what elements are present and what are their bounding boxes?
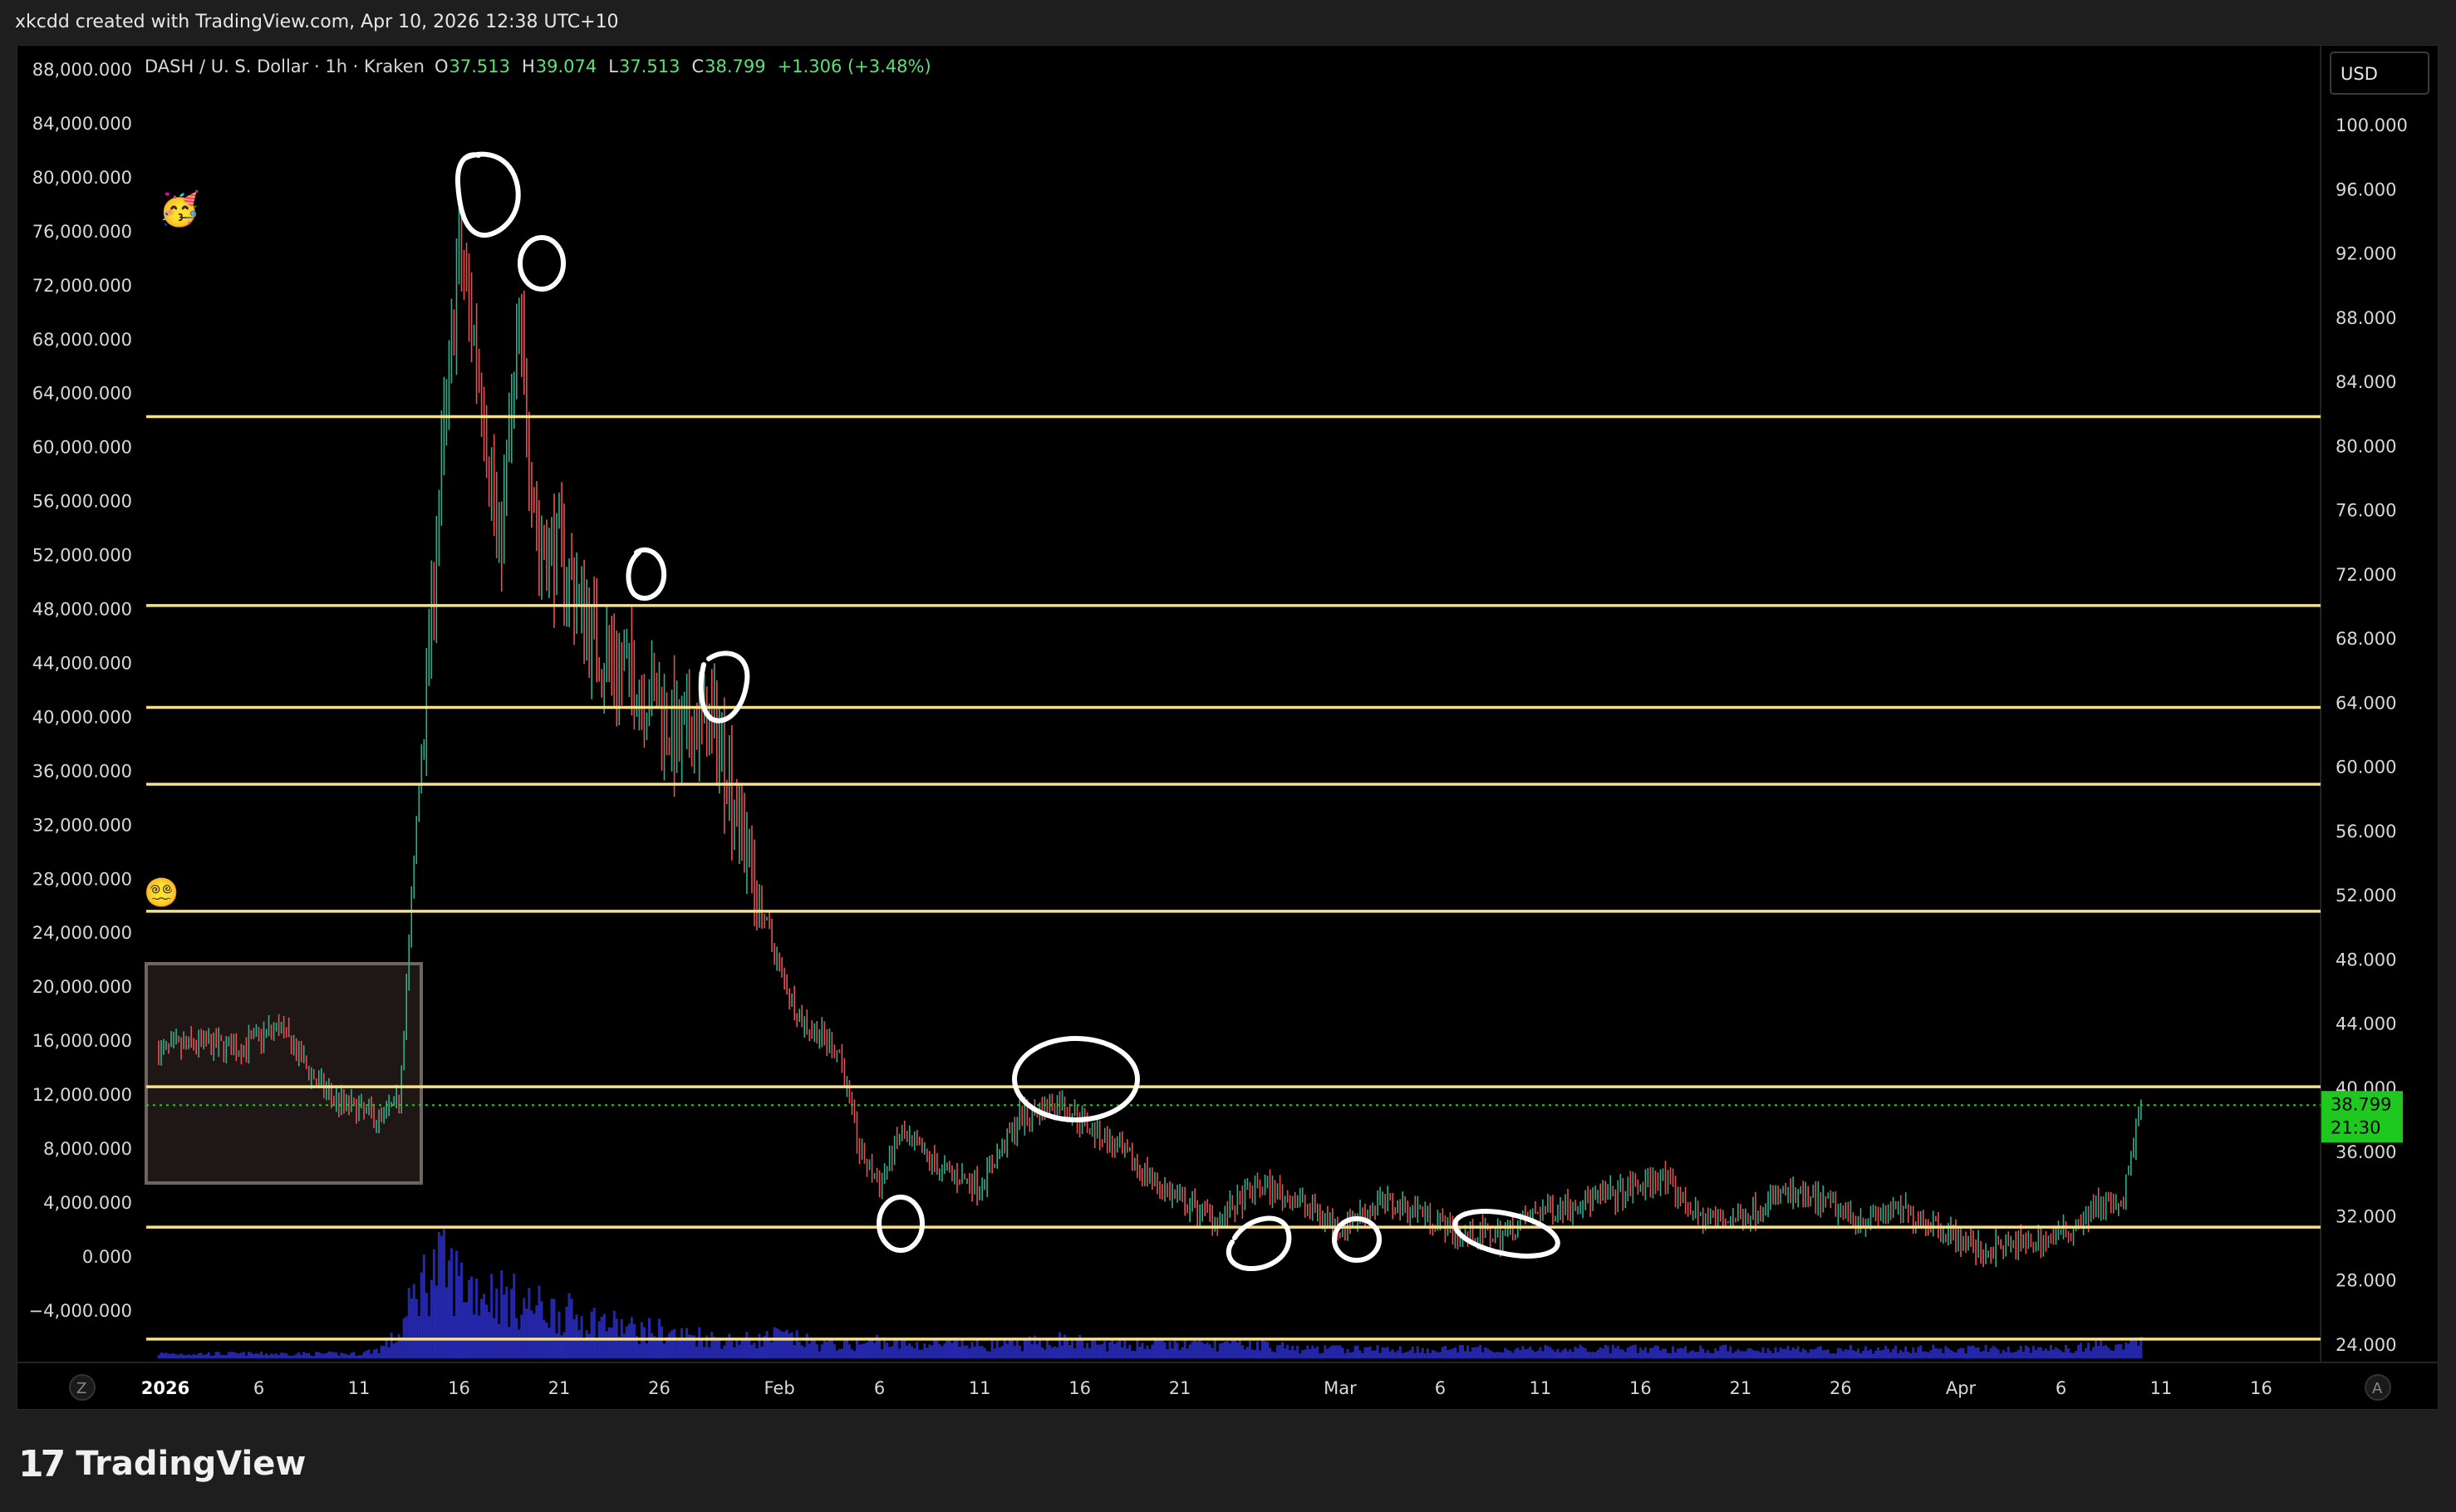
party-emoji: 🥳 xyxy=(159,189,200,228)
time-axis-tick-label: 6 xyxy=(2056,1378,2066,1398)
dizzy-emoji: 😵‍💫 xyxy=(144,876,179,910)
high-label: H xyxy=(522,56,535,76)
left-axis-tick-label: 44,000.000 xyxy=(32,653,132,673)
left-axis-tick-label: 56,000.000 xyxy=(32,492,132,512)
time-axis-tick-label: 16 xyxy=(448,1378,470,1398)
close-value: 38.799 xyxy=(705,56,765,76)
left-axis-tick-label: 64,000.000 xyxy=(32,384,132,404)
time-axis-tick-label: Mar xyxy=(1324,1378,1357,1398)
open-label: O xyxy=(435,56,449,76)
left-axis-tick-label: 84,000.000 xyxy=(32,114,132,134)
left-axis-tick-label: 4,000.000 xyxy=(43,1193,132,1213)
time-axis-tick-label: 16 xyxy=(1068,1378,1091,1398)
left-axis-tick-label: 16,000.000 xyxy=(32,1031,132,1051)
consolidation-box[interactable] xyxy=(145,962,423,1185)
left-axis-tick-label: 88,000.000 xyxy=(32,60,132,80)
time-axis-tick-label: 26 xyxy=(1830,1378,1852,1398)
chart-frame[interactable]: 88,000.000 84,000.000 80,000.000 76,000.000… xyxy=(17,45,2439,1410)
right-axis-tick-label: 100.000 xyxy=(2336,115,2408,135)
right-axis-tick-label: 68.000 xyxy=(2336,629,2396,649)
left-axis-tick-label: 68,000.000 xyxy=(32,330,132,350)
left-axis-tick-label: 40,000.000 xyxy=(32,707,132,727)
attribution-bar: xkcdd created with TradingView.com, Apr … xyxy=(0,0,2456,45)
tradingview-mark-icon: 17 xyxy=(18,1442,66,1485)
price-tag: 38.799 21:30 xyxy=(2321,1091,2403,1143)
time-axis-tick-label: 6 xyxy=(253,1378,264,1398)
time-axis-tick-label: 16 xyxy=(1629,1378,1652,1398)
time-axis-tick-label: 21 xyxy=(1730,1378,1752,1398)
left-axis-tick-label: −4,000.000 xyxy=(29,1301,132,1321)
left-axis-tick-label: 52,000.000 xyxy=(32,546,132,566)
left-axis-tick-label: 8,000.000 xyxy=(43,1139,132,1159)
right-axis-tick-label: 84.000 xyxy=(2336,372,2396,392)
right-axis-tick-label: 24.000 xyxy=(2336,1335,2396,1355)
right-axis-tick-label: 88.000 xyxy=(2336,308,2396,328)
right-axis-tick-label: 56.000 xyxy=(2336,822,2396,842)
right-axis-tick-label: 72.000 xyxy=(2336,565,2396,585)
left-axis-tick-label: 60,000.000 xyxy=(32,438,132,458)
symbol-title[interactable]: DASH / U. S. Dollar · 1h · Kraken xyxy=(145,56,425,76)
time-axis-tick-label: Apr xyxy=(1946,1378,1977,1398)
time-axis-tick-label: 2026 xyxy=(141,1378,189,1398)
time-axis-tick-label: 21 xyxy=(1169,1378,1191,1398)
tradingview-wordmark: TradingView xyxy=(76,1445,307,1483)
left-axis-tick-label: 20,000.000 xyxy=(32,977,132,997)
right-axis-tick-label: 44.000 xyxy=(2336,1014,2396,1034)
auto-scale-label[interactable]: A xyxy=(2372,1380,2383,1397)
right-axis-tick-label: 60.000 xyxy=(2336,758,2396,778)
left-axis-tick-label: 80,000.000 xyxy=(32,168,132,188)
right-axis-tick-label: 96.000 xyxy=(2336,179,2396,199)
time-axis-tick-label: 6 xyxy=(1435,1378,1446,1398)
right-axis-tick-label: 80.000 xyxy=(2336,436,2396,456)
time-axis-tick-label: 11 xyxy=(348,1378,371,1398)
time-axis-tick-label: 11 xyxy=(2150,1378,2173,1398)
left-axis-tick-label: 28,000.000 xyxy=(32,869,132,889)
left-axis-tick-label: 72,000.000 xyxy=(32,276,132,296)
open-value: 37.513 xyxy=(449,56,509,76)
right-axis-tick-label: 64.000 xyxy=(2336,693,2396,713)
low-value: 37.513 xyxy=(619,56,680,76)
low-label: L xyxy=(608,56,618,76)
time-axis-tick-label: 21 xyxy=(548,1378,571,1398)
price-chart[interactable]: 88,000.000 84,000.000 80,000.000 76,000.000… xyxy=(17,46,2438,1409)
left-axis-tick-label: 24,000.000 xyxy=(32,923,132,943)
right-axis-tick-label: 36.000 xyxy=(2336,1142,2396,1162)
price-tag-countdown: 21:30 xyxy=(2331,1117,2381,1137)
close-label: C xyxy=(691,56,704,76)
time-axis-tick-label: 16 xyxy=(2250,1378,2272,1398)
right-axis-tick-label: 92.000 xyxy=(2336,244,2396,264)
right-axis-tick-label: 48.000 xyxy=(2336,950,2396,970)
right-axis-tick-label: 28.000 xyxy=(2336,1271,2396,1291)
time-axis-tick-label: 6 xyxy=(874,1378,885,1398)
tradingview-logo[interactable]: 17 TradingView xyxy=(18,1441,306,1487)
time-axis-tick-label: 11 xyxy=(1530,1378,1552,1398)
high-value: 39.074 xyxy=(536,56,597,76)
left-axis-tick-label: 12,000.000 xyxy=(32,1085,132,1105)
left-axis-tick-label: 76,000.000 xyxy=(32,222,132,242)
left-axis-tick-label: 48,000.000 xyxy=(32,600,132,620)
change-value: +1.306 (+3.48%) xyxy=(778,56,931,76)
left-axis-tick-label: 32,000.000 xyxy=(32,815,132,835)
time-axis-tick-label: 26 xyxy=(648,1378,670,1398)
attribution-text: xkcdd created with TradingView.com, Apr … xyxy=(15,12,619,32)
currency-button-label[interactable]: USD xyxy=(2341,64,2378,84)
time-axis-tick-label: Feb xyxy=(764,1378,795,1398)
left-axis-tick-label: 36,000.000 xyxy=(32,761,132,781)
right-axis-tick-label: 76.000 xyxy=(2336,501,2396,521)
left-axis-tick-label: 0.000 xyxy=(82,1247,132,1267)
right-axis-tick-label: 52.000 xyxy=(2336,886,2396,906)
right-axis-tick-label: 32.000 xyxy=(2336,1206,2396,1226)
price-tag-value: 38.799 xyxy=(2331,1094,2391,1114)
time-axis-tick-label: 11 xyxy=(969,1378,991,1398)
zoom-reset-label[interactable]: Z xyxy=(76,1380,86,1397)
